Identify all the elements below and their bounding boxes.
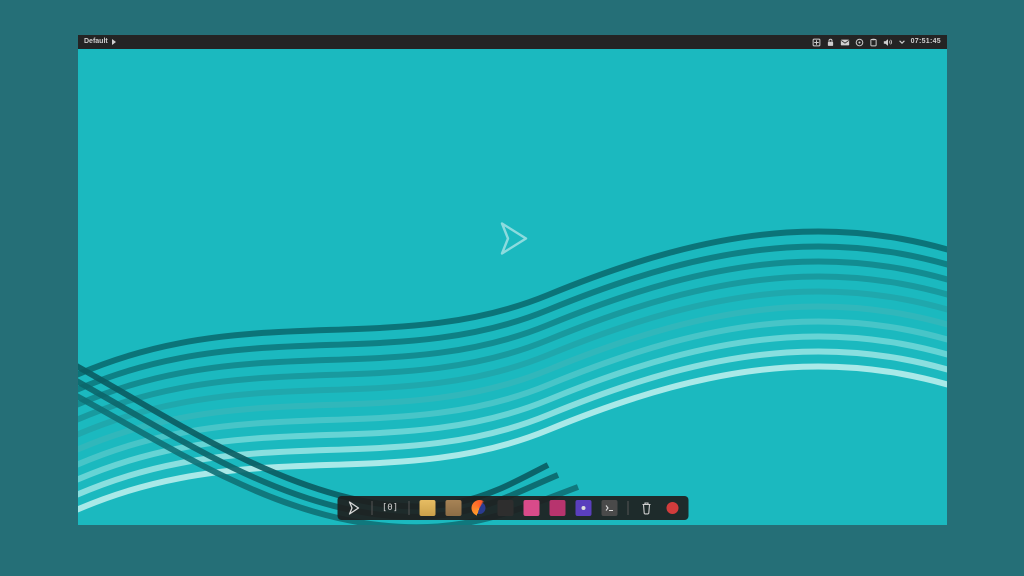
dock-item-trash[interactable] bbox=[638, 500, 654, 516]
settings-icon[interactable] bbox=[855, 38, 864, 47]
chevron-down-icon bbox=[112, 39, 116, 45]
desktop-screen: Default bbox=[78, 35, 947, 525]
dock-item-app-pink[interactable] bbox=[523, 500, 539, 516]
wallpaper bbox=[78, 35, 947, 525]
dock-item-app-magenta[interactable] bbox=[549, 500, 565, 516]
system-tray: 07:51:45 bbox=[812, 35, 941, 49]
clipboard-icon[interactable] bbox=[869, 38, 878, 47]
dock-item-files-folder[interactable] bbox=[445, 500, 461, 516]
distro-logo-icon bbox=[496, 219, 530, 262]
clock[interactable]: 07:51:45 bbox=[911, 35, 941, 49]
workspace-label: Default bbox=[84, 35, 108, 49]
dock-separator bbox=[408, 501, 409, 515]
lock-icon[interactable] bbox=[826, 38, 835, 47]
dropdown-icon[interactable] bbox=[898, 38, 906, 46]
dock-item-terminal[interactable] bbox=[601, 500, 617, 516]
dock: [0] bbox=[337, 496, 688, 520]
dock-item-firefox[interactable] bbox=[471, 500, 487, 516]
dock-separator bbox=[627, 501, 628, 515]
top-panel: Default bbox=[78, 35, 947, 49]
dock-item-power[interactable] bbox=[664, 500, 680, 516]
mail-icon[interactable] bbox=[840, 38, 850, 47]
dock-separator bbox=[371, 501, 372, 515]
update-icon[interactable] bbox=[812, 38, 821, 47]
volume-icon[interactable] bbox=[883, 38, 893, 47]
workspace-indicator[interactable]: [0] bbox=[382, 500, 398, 516]
dock-item-app-dark[interactable] bbox=[497, 500, 513, 516]
launcher-button[interactable] bbox=[345, 500, 361, 516]
page-background: Default bbox=[0, 0, 1024, 576]
dock-item-app-violet[interactable] bbox=[575, 500, 591, 516]
workspace-switcher[interactable]: Default bbox=[84, 35, 116, 49]
dock-item-home-folder[interactable] bbox=[419, 500, 435, 516]
